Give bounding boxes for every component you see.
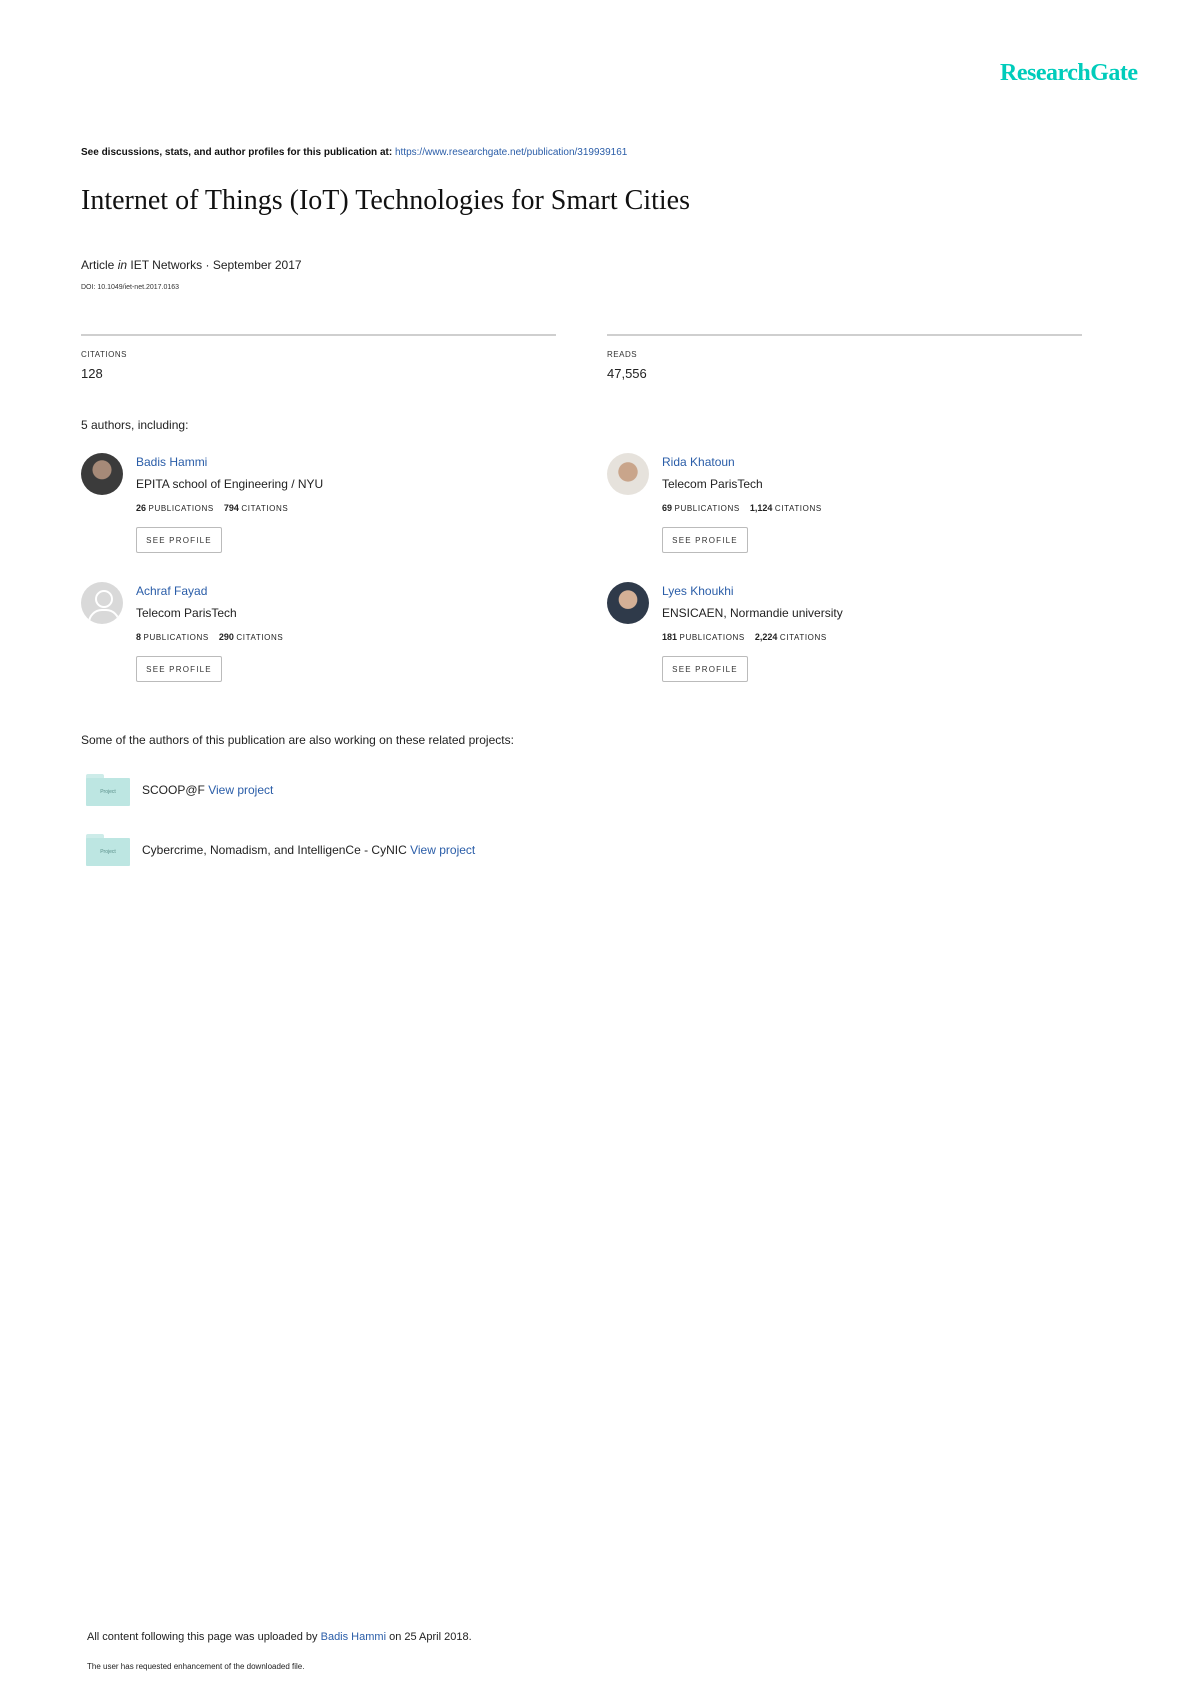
project-text: Cybercrime, Nomadism, and IntelligenCe -… [142, 843, 475, 857]
reads-label: READS [607, 350, 638, 359]
author-name[interactable]: Rida Khatoun [662, 455, 735, 469]
citations-count: 794 [223, 503, 239, 513]
uploader-link[interactable]: Badis Hammi [321, 1631, 386, 1643]
publications-label: PUBLICATIONS [674, 504, 740, 513]
citations-value: 128 [81, 366, 103, 381]
publications-count: 69 [662, 503, 673, 513]
in-word: in [117, 258, 128, 272]
see-profile-button[interactable]: SEE PROFILE [662, 527, 748, 553]
reads-divider [607, 334, 1082, 336]
publications-count: 8 [136, 632, 142, 642]
source-line-text: See discussions, stats, and author profi… [81, 147, 393, 158]
researchgate-logo[interactable]: ResearchGate [1000, 60, 1138, 87]
citations-label: CITATIONS [81, 350, 127, 359]
author-card: Achraf Fayad Telecom ParisTech 8 PUBLICA… [81, 582, 581, 692]
upload-suffix: on 25 April 2018. [389, 1631, 472, 1643]
enhancement-note: The user has requested enhancement of th… [87, 1662, 305, 1671]
avatar-placeholder-icon[interactable] [81, 582, 123, 624]
folder-icon: Project [86, 834, 130, 866]
citations-label: CITATIONS [779, 633, 827, 642]
view-project-link[interactable]: View project [208, 783, 273, 797]
author-name[interactable]: Lyes Khoukhi [662, 584, 734, 598]
project-name: Cybercrime, Nomadism, and IntelligenCe -… [142, 843, 407, 857]
see-profile-button[interactable]: SEE PROFILE [136, 527, 222, 553]
publications-count: 26 [136, 503, 147, 513]
author-stats: 181 PUBLICATIONS 2,224 CITATIONS [662, 632, 827, 642]
avatar[interactable] [607, 453, 649, 495]
folder-label: Project [86, 838, 130, 866]
citations-label: CITATIONS [774, 504, 822, 513]
citations-count: 2,224 [754, 632, 778, 642]
avatar[interactable] [81, 453, 123, 495]
citations-divider [81, 334, 556, 336]
folder-label: Project [86, 778, 130, 806]
publications-label: PUBLICATIONS [148, 504, 214, 513]
author-institution: ENSICAEN, Normandie university [662, 606, 843, 620]
upload-prefix: All content following this page was uplo… [87, 1631, 318, 1643]
see-profile-button[interactable]: SEE PROFILE [136, 656, 222, 682]
journal-name: IET Networks · September 2017 [130, 258, 302, 272]
citations-count: 290 [218, 632, 234, 642]
doi-line: DOI: 10.1049/iet-net.2017.0163 [81, 284, 180, 291]
publication-type: Article [81, 258, 115, 272]
authors-heading: 5 authors, including: [81, 418, 189, 432]
citations-count: 1,124 [749, 503, 773, 513]
author-stats: 69 PUBLICATIONS 1,124 CITATIONS [662, 503, 822, 513]
author-name[interactable]: Badis Hammi [136, 455, 207, 469]
project-text: SCOOP@F View project [142, 783, 273, 797]
projects-heading: Some of the authors of this publication … [81, 733, 514, 747]
reads-value: 47,556 [607, 366, 647, 381]
citations-label: CITATIONS [236, 633, 284, 642]
publications-label: PUBLICATIONS [143, 633, 209, 642]
publication-url-link[interactable]: https://www.researchgate.net/publication… [395, 147, 627, 158]
avatar[interactable] [607, 582, 649, 624]
citations-label: CITATIONS [241, 504, 289, 513]
author-institution: Telecom ParisTech [662, 477, 763, 491]
see-profile-button[interactable]: SEE PROFILE [662, 656, 748, 682]
upload-note: All content following this page was uplo… [87, 1631, 472, 1643]
author-institution: EPITA school of Engineering / NYU [136, 477, 324, 491]
author-institution: Telecom ParisTech [136, 606, 237, 620]
project-item: Project Cybercrime, Nomadism, and Intell… [86, 834, 786, 874]
view-project-link[interactable]: View project [410, 843, 475, 857]
author-card: Lyes Khoukhi ENSICAEN, Normandie univers… [607, 582, 1107, 692]
author-card: Rida Khatoun Telecom ParisTech 69 PUBLIC… [607, 453, 1107, 563]
project-item: Project SCOOP@F View project [86, 774, 786, 814]
author-card: Badis Hammi EPITA school of Engineering … [81, 453, 581, 563]
author-stats: 8 PUBLICATIONS 290 CITATIONS [136, 632, 283, 642]
publications-label: PUBLICATIONS [679, 633, 745, 642]
folder-icon: Project [86, 774, 130, 806]
author-name[interactable]: Achraf Fayad [136, 584, 207, 598]
source-line: See discussions, stats, and author profi… [81, 147, 627, 158]
publications-count: 181 [662, 632, 678, 642]
project-name: SCOOP@F [142, 783, 205, 797]
publication-title: Internet of Things (IoT) Technologies fo… [81, 185, 690, 216]
author-stats: 26 PUBLICATIONS 794 CITATIONS [136, 503, 288, 513]
publication-meta: Article in IET Networks · September 2017 [81, 258, 302, 272]
